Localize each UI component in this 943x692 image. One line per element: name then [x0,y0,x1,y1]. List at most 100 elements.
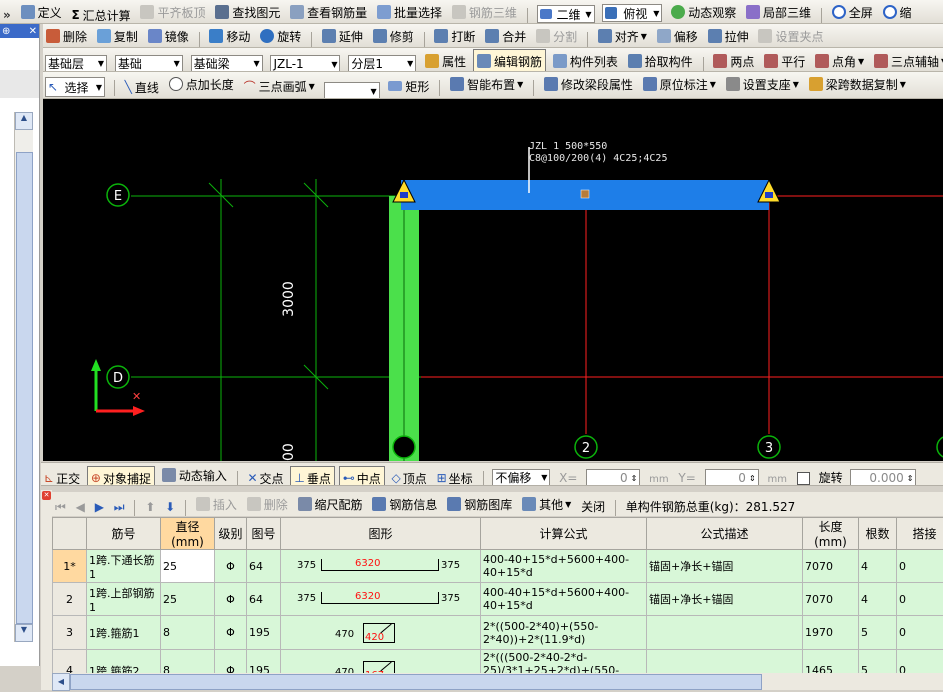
edit-rebar-button[interactable]: 编辑钢筋 [472,49,546,71]
cell-bar-name[interactable]: 1跨.箍筋1 [86,615,161,650]
move-down-icon[interactable]: ⬇ [162,496,178,516]
cell-shape[interactable]: 375 6320 375 [280,582,481,616]
table-row[interactable]: 1* 1跨.下通长筋1 25 Φ 64 375 6320 375 400-40+15*d+560… [52,549,943,583]
header-grade[interactable]: 级别 [214,517,247,550]
smart-layout-button[interactable]: 智能布置 ▼ [447,73,526,95]
header-diameter[interactable]: 直径(mm) [160,517,215,550]
spinner-icon[interactable]: ⇕ [749,474,756,483]
cell-diameter[interactable]: 8 [160,649,215,673]
rebar-3d-button[interactable]: 钢筋三维 [449,1,520,23]
pick-member-button[interactable]: 拾取构件 [625,50,696,71]
cell-shape[interactable]: 470167 [280,649,481,673]
beam-label-1[interactable]: JZL 1 500*550 [529,141,607,152]
rectangle-button[interactable]: 矩形 [385,75,432,97]
beam-label-2[interactable]: C8@100/200(4) 4C25;4C25 [529,153,667,164]
mirror-button[interactable]: 镜像 [145,25,192,47]
find-element-button[interactable]: 查找图元 [212,1,283,23]
align-slab-top-button[interactable]: 平齐板顶 [137,1,208,23]
view-mode-combo[interactable]: 二维 ▼ [536,5,595,23]
move-up-icon[interactable]: ⬆ [142,496,158,516]
scroll-thumb[interactable] [16,152,33,624]
rebar-library-button[interactable]: 钢筋图库 [444,493,515,515]
summary-calc-button[interactable]: Σ 汇总计算 [68,4,133,23]
cell-formula[interactable]: 2*((500-2*40)+(550-2*40))+2*(11.9*d) [480,615,647,650]
other-menu-button[interactable]: 其他 ▼ [519,493,574,515]
cell-lap[interactable]: 0 [896,649,943,673]
offset-button[interactable]: 偏移 [654,25,701,47]
row-number[interactable]: 4 [52,649,87,673]
three-point-arc-button[interactable]: ⌒ 三点画弧 ▼ [241,76,318,98]
member-id-combo[interactable]: JZL-1 ▼ [270,55,341,71]
row-number[interactable]: 2 [52,582,87,616]
y-input[interactable]: 0 ⇕ [704,469,759,485]
insert-button[interactable]: 插入 [193,493,240,515]
fullscreen-button[interactable]: 全屏 [829,1,876,23]
header-count[interactable]: 根数 [858,517,897,550]
last-record-icon[interactable]: ⏭ [111,497,128,517]
extend-button[interactable]: 延伸 [319,25,366,47]
table-row[interactable]: 41跨.箍筋28Φ1954701672*(((500-2*40-2*d-25)/… [52,649,943,673]
line-button[interactable]: ╲ 直线 [122,76,162,98]
cell-figure-no[interactable]: 195 [246,649,281,673]
cell-lap[interactable]: 0 [896,549,943,583]
scroll-up-icon[interactable]: ▲ [15,112,33,130]
align-button[interactable]: 对齐 ▼ [595,25,650,47]
cell-count[interactable]: 4 [858,549,897,583]
next-record-icon[interactable]: ▶ [92,496,107,516]
prev-record-icon[interactable]: ◀ [73,496,88,516]
cell-count[interactable]: 5 [858,649,897,673]
local-3d-button[interactable]: 局部三维 [743,1,814,23]
offset-mode-combo[interactable]: 不偏移 ▼ [492,468,551,485]
point-length-button[interactable]: 点加长度 [166,73,237,95]
cell-figure-no[interactable]: 195 [246,615,281,650]
break-button[interactable]: 打断 [431,25,478,47]
parallel-axis-button[interactable]: 平行 [761,50,808,71]
cell-bar-name[interactable]: 1跨.下通长筋1 [86,549,161,583]
cell-diameter[interactable]: 8 [160,615,215,650]
cell-formula[interactable]: 2*(((500-2*40-2*d-25)/3*1+25+2*d)+(550-2… [480,649,647,673]
x-input[interactable]: 0 ⇕ [586,469,641,485]
vertex-snap[interactable]: ◇ 顶点 [389,467,430,485]
coordinate-snap[interactable]: ⊞ 坐标 [434,467,476,485]
cell-count[interactable]: 4 [858,582,897,616]
midpoint-snap[interactable]: ⊷ 中点 [338,466,385,485]
spinner-icon[interactable]: ⇕ [907,474,914,483]
layer-combo[interactable]: 分层1 ▼ [348,54,417,71]
row-number[interactable]: 3 [52,615,87,650]
arc-option-combo[interactable]: ▼ [323,82,380,98]
batch-select-button[interactable]: 批量选择 [374,1,445,23]
move-button[interactable]: 移动 [206,25,253,47]
perpendicular-snap[interactable]: ⊥ 垂点 [290,466,335,485]
scroll-left-icon[interactable]: ◀ [52,673,70,691]
beam-midpoint-grip[interactable] [580,189,590,199]
zoom-button[interactable]: 缩 [880,1,915,23]
dynamic-input-toggle[interactable]: 动态输入 [159,464,230,485]
cell-length[interactable]: 1970 [802,615,859,650]
cell-length[interactable]: 7070 [802,549,859,583]
properties-button[interactable]: 属性 [422,50,469,71]
cell-description[interactable]: 锚固+净长+锚固 [646,582,803,616]
delete-button[interactable]: 删除 [43,25,90,47]
member-type-combo[interactable]: 基础梁 ▼ [190,54,263,71]
cell-formula[interactable]: 400-40+15*d+5600+400-40+15*d [480,582,647,616]
in-situ-annotation-button[interactable]: 原位标注 ▼ [640,73,719,95]
cell-bar-name[interactable]: 1跨.上部钢筋1 [86,582,161,616]
stretch-button[interactable]: 拉伸 [705,25,752,47]
hscroll-thumb[interactable] [70,674,762,690]
modify-segment-button[interactable]: 修改梁段属性 [541,73,636,95]
rotate-button[interactable]: 旋转 [257,25,304,47]
cell-description[interactable] [646,649,803,673]
cell-formula[interactable]: 400-40+15*d+5600+400-40+15*d [480,549,647,583]
member-list-button[interactable]: 构件列表 [550,50,621,71]
two-point-axis-button[interactable]: 两点 [710,50,757,71]
copy-button[interactable]: 复制 [94,25,141,47]
merge-button[interactable]: 合并 [482,25,529,47]
toolbar-overflow-icon[interactable]: » [0,4,14,23]
object-snap-toggle[interactable]: ⊕ 对象捕捉 [86,466,155,485]
span-data-copy-button[interactable]: 梁跨数据复制 ▼ [806,73,909,95]
header-bar-no[interactable]: 筋号 [86,517,161,550]
first-record-icon[interactable]: ⏮ [52,497,69,517]
cell-description[interactable] [646,615,803,650]
rotate-checkbox[interactable] [796,472,810,485]
cell-figure-no[interactable]: 64 [246,549,281,583]
